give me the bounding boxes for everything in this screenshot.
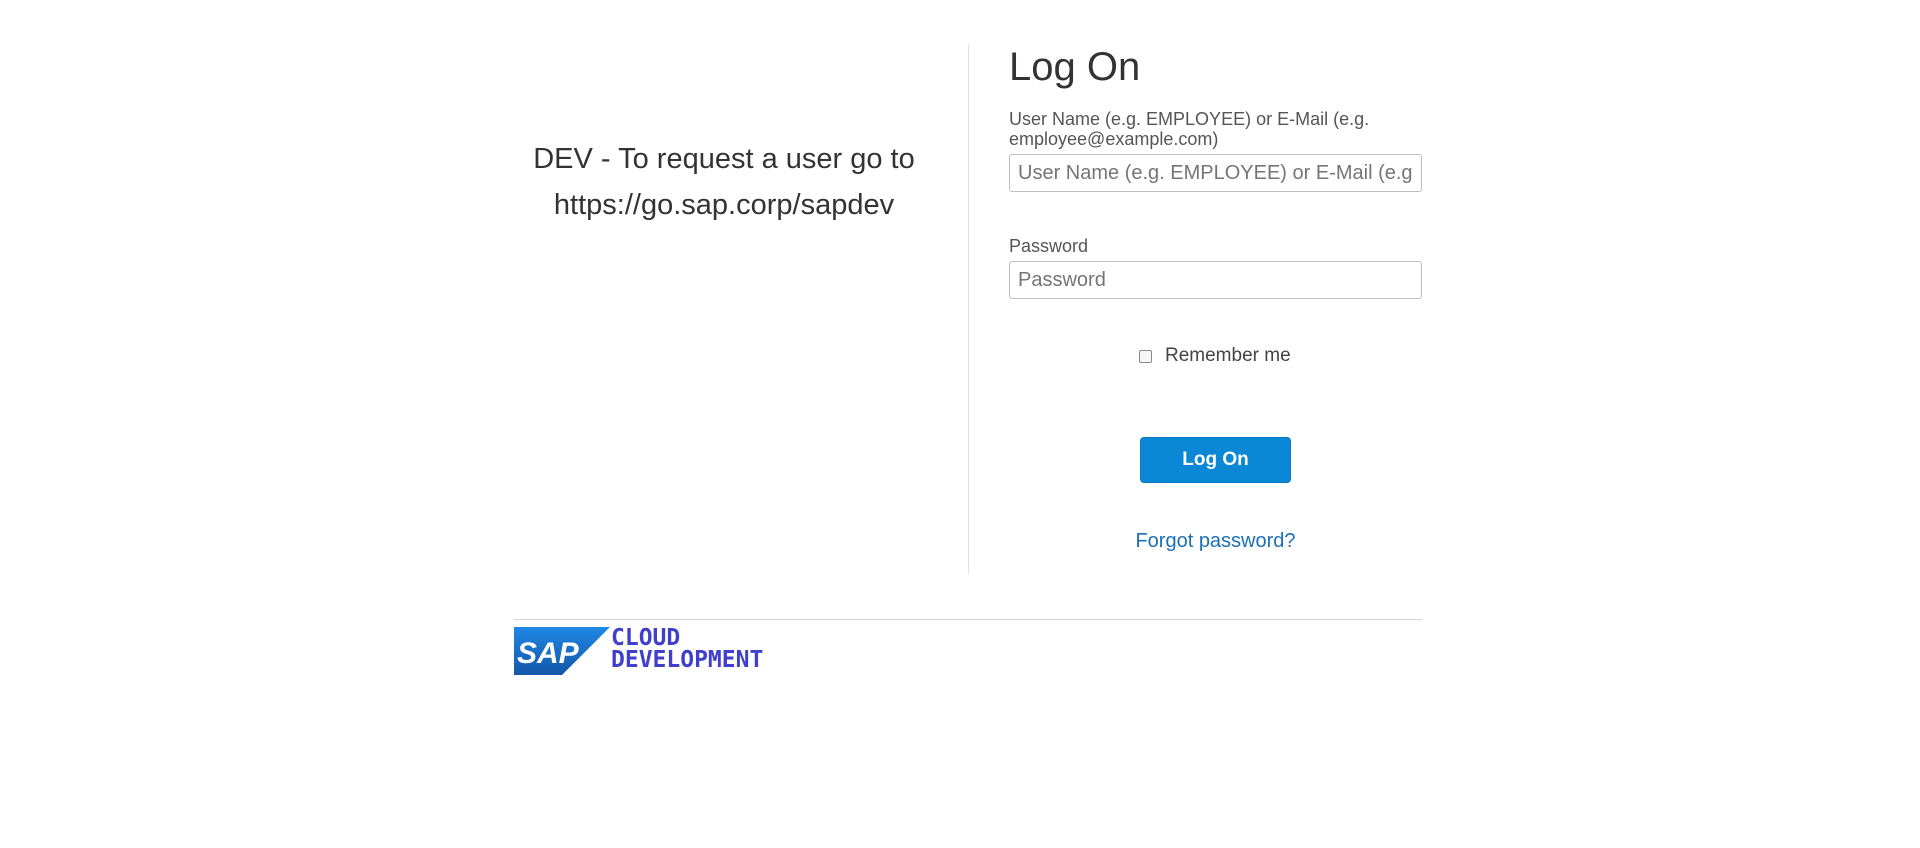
logo-line-development: DEVELOPMENT	[611, 647, 764, 673]
footer-divider	[514, 619, 1422, 620]
forgot-password-link[interactable]: Forgot password?	[1009, 530, 1422, 553]
logon-button[interactable]: Log On	[1140, 437, 1291, 483]
logon-form: Log On User Name (e.g. EMPLOYEE) or E-Ma…	[1009, 44, 1422, 574]
info-panel: DEV - To request a user go to https://go…	[514, 44, 968, 574]
remember-me-label[interactable]: Remember me	[1165, 345, 1291, 367]
logo-line-cloud: CLOUD	[611, 625, 681, 651]
username-label: User Name (e.g. EMPLOYEE) or E-Mail (e.g…	[1009, 109, 1370, 149]
remember-me-checkbox[interactable]	[1139, 349, 1152, 363]
remember-me-row[interactable]: Remember me	[1139, 344, 1291, 368]
sap-logo-icon: SAP	[514, 627, 610, 675]
page-title: Log On	[1009, 45, 1141, 89]
sap-cloud-development-logo: SAP CLOUD DEVELOPMENT	[514, 627, 814, 675]
logon-container: DEV - To request a user go to https://go…	[514, 44, 1422, 574]
dev-info-line-1: DEV - To request a user go to	[533, 143, 915, 175]
dev-info-message: DEV - To request a user go to https://go…	[514, 136, 934, 228]
cloud-development-text: CLOUD DEVELOPMENT	[611, 625, 764, 673]
logon-page: DEV - To request a user go to https://go…	[0, 0, 1920, 848]
password-label: Password	[1009, 236, 1089, 256]
dev-info-line-2: https://go.sap.corp/sapdev	[553, 189, 895, 221]
sap-logo-text: SAP	[517, 637, 580, 670]
username-input[interactable]	[1009, 154, 1422, 192]
password-input[interactable]	[1009, 261, 1422, 299]
vertical-divider	[968, 44, 969, 574]
